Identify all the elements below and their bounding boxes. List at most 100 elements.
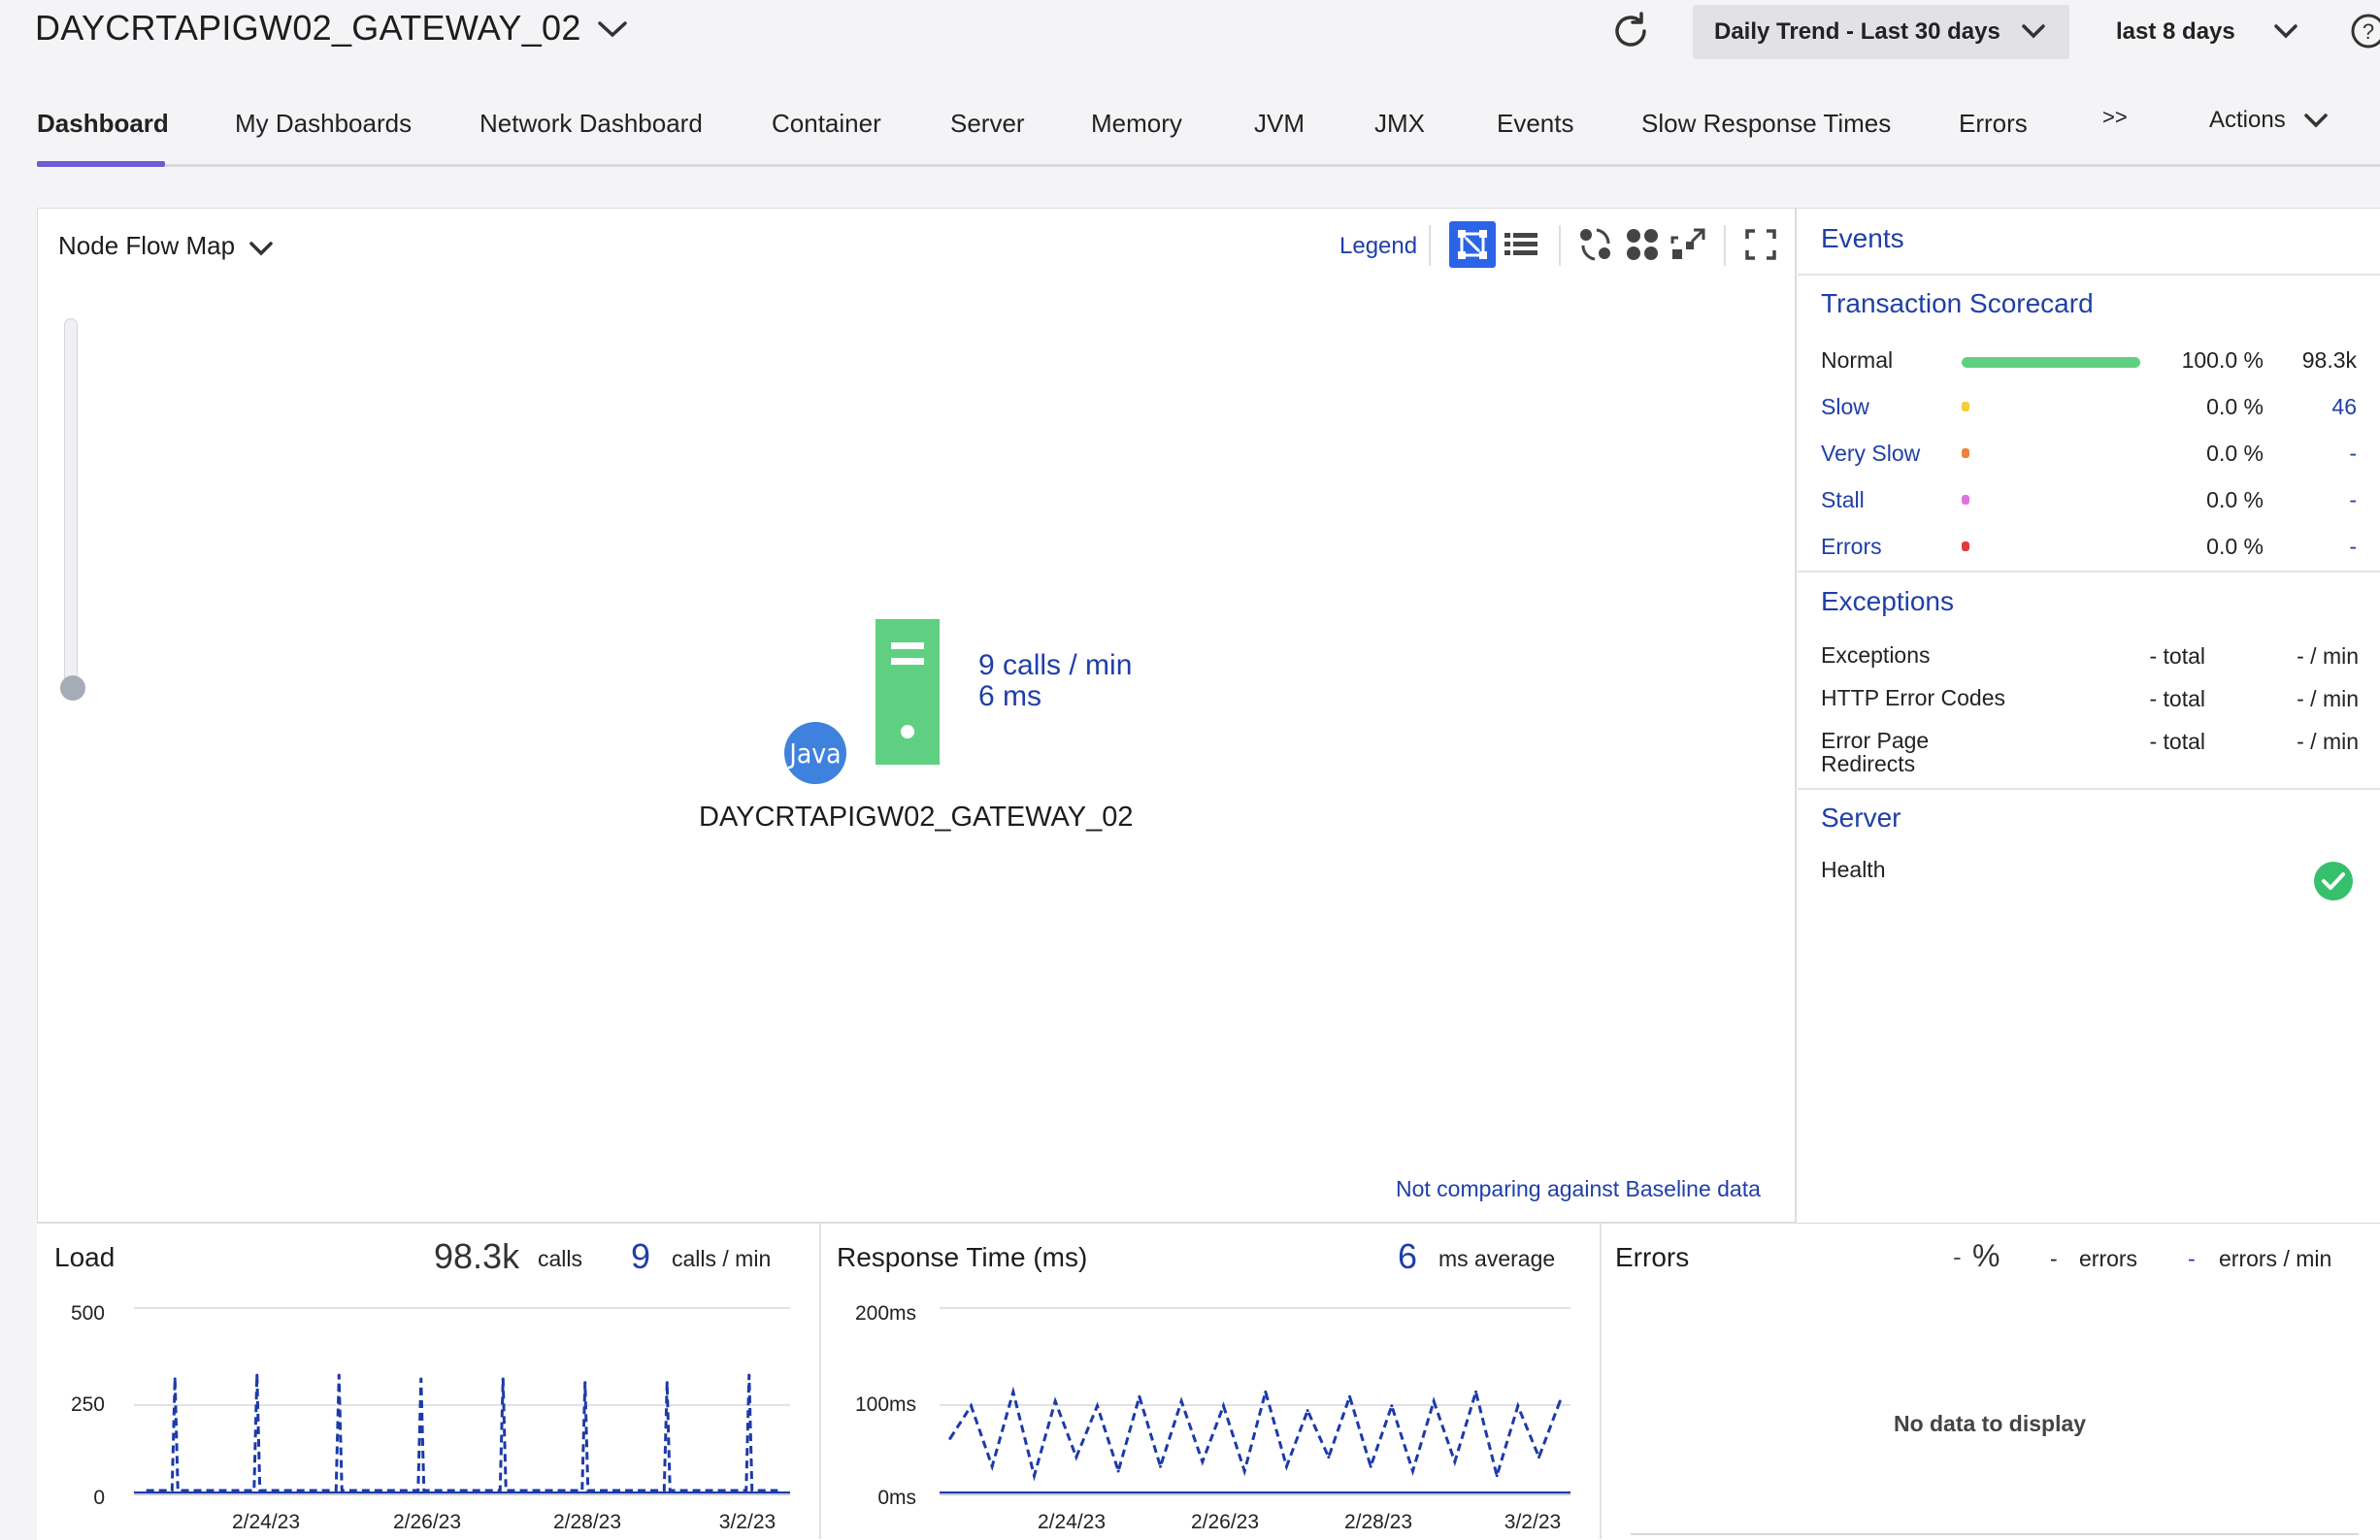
scorecard-count[interactable]: 46 <box>2260 394 2357 420</box>
response-chart <box>940 1307 1570 1495</box>
server-node[interactable] <box>876 619 940 765</box>
data-point <box>1116 1469 1120 1473</box>
error-page-redirects-total: - total <box>2149 729 2205 754</box>
scorecard-count: - <box>2349 534 2357 559</box>
flow-map-selector[interactable]: Node Flow Map <box>58 231 235 261</box>
refresh-icon <box>1615 12 1646 47</box>
toolbar-divider <box>1559 225 1561 266</box>
slow-dot <box>1962 402 1969 411</box>
errors-axis <box>1631 1533 2359 1535</box>
scorecard-pct: 0.0 % <box>2206 394 2264 419</box>
tab-events[interactable]: Events <box>1497 109 1574 139</box>
x-tick: 2/26/23 <box>1190 1511 1260 1533</box>
tab-more[interactable]: >> <box>2102 105 2128 130</box>
exceptions-total: - total <box>2149 643 2205 669</box>
health-ok-icon <box>2314 862 2353 901</box>
exceptions-label: Exceptions <box>1821 642 1931 668</box>
y-tick: 250 <box>70 1393 105 1416</box>
grid-layout-icon <box>1627 229 1658 260</box>
zoom-slider-handle[interactable] <box>60 675 85 701</box>
tab-jmx[interactable]: JMX <box>1374 109 1425 139</box>
app-title: DAYCRTAPIGW02_GATEWAY_02 <box>35 8 581 48</box>
tab-server[interactable]: Server <box>950 109 1025 139</box>
x-tick: 2/28/23 <box>1343 1511 1413 1533</box>
help-icon[interactable]: ? <box>2349 12 2380 50</box>
errors-pct-unit: % <box>1972 1238 2000 1273</box>
errors-pct: - <box>1953 1242 1962 1271</box>
errors-dot <box>1962 541 1969 551</box>
zoom-slider[interactable] <box>64 318 78 697</box>
scorecard-pct: 0.0 % <box>2206 534 2264 559</box>
chevron-down-icon <box>2019 18 2048 52</box>
baseline-link[interactable]: Not comparing against Baseline data <box>1396 1176 1761 1202</box>
refresh-button[interactable] <box>1607 8 1654 54</box>
error-page-redirects-per-min: - / min <box>2297 729 2359 754</box>
scorecard-count: - <box>2349 487 2357 512</box>
scorecard-label-stall[interactable]: Stall <box>1821 487 1865 513</box>
response-title: Response Time (ms) <box>837 1242 1088 1272</box>
events-title[interactable]: Events <box>1821 223 1904 254</box>
server-title[interactable]: Server <box>1821 803 1901 834</box>
list-view-icon <box>1504 233 1537 255</box>
node-metrics: 9 calls / min 6 ms <box>978 650 1132 712</box>
tab-container[interactable]: Container <box>772 109 881 139</box>
health-label: Health <box>1821 857 1886 882</box>
active-tab-indicator <box>37 161 165 167</box>
errors-count-unit: errors <box>2079 1246 2138 1271</box>
scorecard-count: - <box>2349 441 2357 466</box>
scorecard-label-slow[interactable]: Slow <box>1821 394 1869 420</box>
scorecard-pct: 0.0 % <box>2206 441 2264 466</box>
divider <box>1600 1223 1602 1539</box>
scorecard-label-errors[interactable]: Errors <box>1821 534 1882 560</box>
chevron-down-icon <box>2271 18 2300 52</box>
x-tick: 2/28/23 <box>552 1511 622 1533</box>
node-avg-ms: 6 ms <box>978 680 1042 712</box>
legend-link[interactable]: Legend <box>1339 233 1417 260</box>
scorecard-count: 98.3k <box>2301 347 2357 373</box>
chevron-down-icon[interactable] <box>592 14 633 51</box>
scorecard-label-very-slow[interactable]: Very Slow <box>1821 441 1920 467</box>
http-error-codes-label: HTTP Error Codes <box>1821 685 2006 710</box>
data-point <box>1306 1409 1309 1413</box>
tab-slow-response-times[interactable]: Slow Response Times <box>1641 109 1891 139</box>
tab-memory[interactable]: Memory <box>1091 109 1182 139</box>
tab-dashboard[interactable]: Dashboard <box>37 109 169 139</box>
chevron-down-icon[interactable] <box>247 237 276 267</box>
auto-layout-button[interactable] <box>1572 221 1619 268</box>
toolbar-divider <box>1429 225 1431 266</box>
graph-view-button[interactable] <box>1449 221 1496 268</box>
list-view-button[interactable] <box>1498 221 1544 268</box>
x-tick: 2/24/23 <box>231 1511 301 1533</box>
trend-dropdown-label: Daily Trend - Last 30 days <box>1714 18 2000 45</box>
tab-errors[interactable]: Errors <box>1959 109 2028 139</box>
tab-actions[interactable]: Actions <box>2209 107 2330 134</box>
scorecard-title[interactable]: Transaction Scorecard <box>1821 288 2094 319</box>
hierarchy-layout-button[interactable] <box>1666 221 1712 268</box>
error-page-redirects-label: Error Page Redirects <box>1821 728 1930 776</box>
actions-label: Actions <box>2209 107 2286 133</box>
svg-text:?: ? <box>2363 19 2374 44</box>
exceptions-title[interactable]: Exceptions <box>1821 586 1954 617</box>
load-total-unit: calls <box>538 1246 583 1271</box>
trend-dropdown[interactable]: Daily Trend - Last 30 days <box>1693 5 2069 59</box>
tab-jvm[interactable]: JVM <box>1254 109 1305 139</box>
node-calls-per-min: 9 calls / min <box>978 649 1133 681</box>
response-avg-unit: ms average <box>1438 1246 1556 1271</box>
errors-rate: - <box>2188 1246 2196 1271</box>
stall-dot <box>1962 495 1969 505</box>
range-dropdown[interactable]: last 8 days <box>2116 5 2300 59</box>
chevron-down-icon <box>2304 113 2329 128</box>
graph-view-icon <box>1458 230 1487 259</box>
grid-layout-button[interactable] <box>1619 221 1666 268</box>
data-point <box>1327 1456 1331 1459</box>
tab-my-dashboards[interactable]: My Dashboards <box>235 109 412 139</box>
very-slow-dot <box>1962 448 1969 458</box>
auto-layout-icon <box>1580 228 1610 261</box>
x-tick: 2/24/23 <box>1037 1511 1107 1533</box>
fullscreen-button[interactable] <box>1737 221 1784 268</box>
divider <box>1798 274 2380 276</box>
data-point <box>173 1377 177 1381</box>
load-rate-unit: calls / min <box>672 1246 772 1271</box>
tab-network-dashboard[interactable]: Network Dashboard <box>479 109 703 139</box>
x-tick: 3/2/23 <box>718 1511 777 1533</box>
